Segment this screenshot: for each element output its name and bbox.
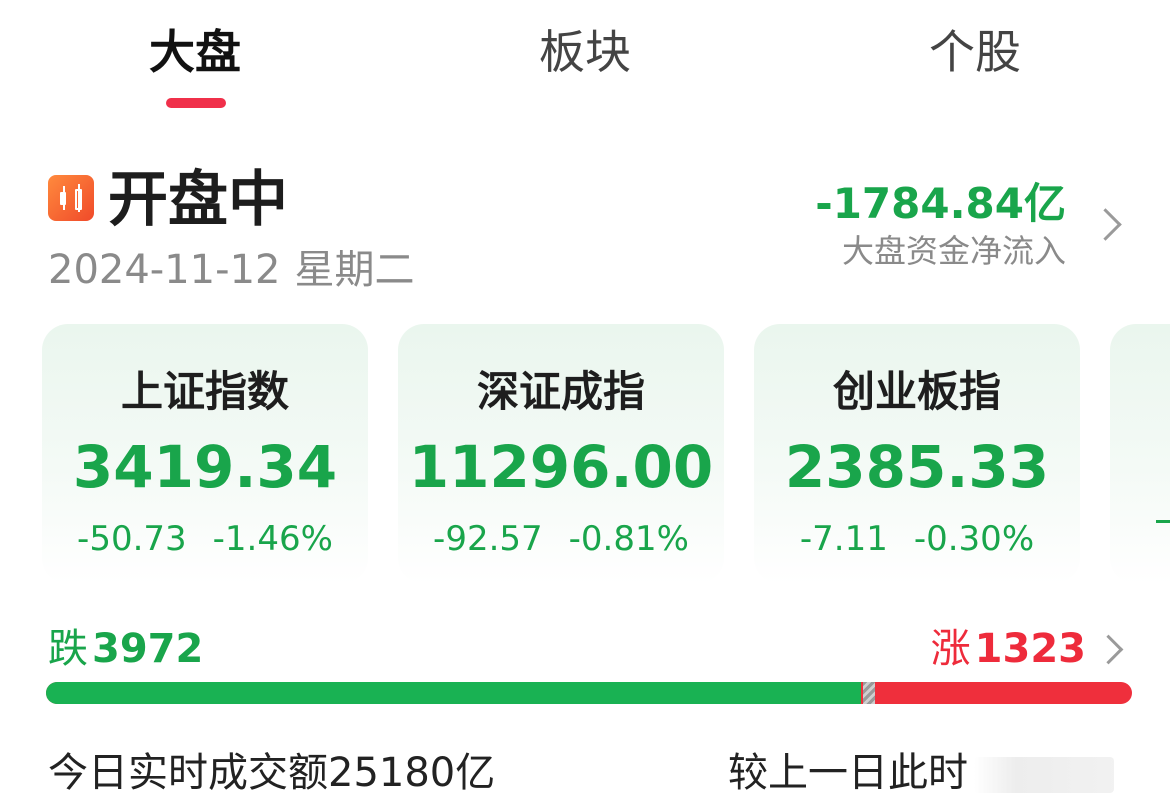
market-overview-screen: 大盘 板块 个股 开盘中 2024-11-12 星期二 -1784.84亿 大盘资… [0, 0, 1170, 801]
compare-label: 较上一日此时 [728, 750, 968, 796]
chevron-right-icon[interactable] [1089, 208, 1122, 241]
fund-flow-label: 大盘资金净流入 [841, 232, 1066, 270]
partial-card-change-dash [1156, 520, 1170, 523]
index-card-shenzhen[interactable]: 深证成指 11296.00 -92.57 -0.81% [398, 324, 724, 584]
turnover-compare: 较上一日此时 [728, 748, 1114, 798]
chevron-right-icon[interactable] [1093, 634, 1124, 665]
flat-segment [862, 682, 875, 704]
index-card-partial[interactable] [1110, 324, 1170, 584]
index-change-pct: -0.30% [913, 519, 1035, 559]
index-change: -7.11 [799, 519, 888, 559]
index-name: 创业板指 [832, 367, 1001, 416]
index-price: 2385.33 [784, 433, 1050, 501]
index-change-pct: -0.81% [568, 519, 689, 559]
date-line: 2024-11-12 星期二 [48, 246, 414, 294]
tab-sectors[interactable]: 板块 [530, 24, 640, 80]
index-change: -92.57 [433, 519, 543, 559]
candlestick-icon [48, 175, 94, 221]
index-card-shanghai[interactable]: 上证指数 3419.34 -50.73 -1.46% [42, 324, 368, 584]
index-change-row: -7.11 -0.30% [754, 518, 1080, 560]
turnover-label: 今日实时成交额 [48, 750, 328, 796]
decliners-number: 3972 [92, 626, 204, 672]
fund-flow-value: -1784.84亿 [815, 179, 1066, 228]
index-name: 上证指数 [120, 367, 289, 416]
fund-flow-summary[interactable]: -1784.84亿 大盘资金净流入 [815, 178, 1066, 272]
turnover-line: 今日实时成交额25180亿 [48, 748, 495, 798]
tab-stocks[interactable]: 个股 [920, 24, 1030, 80]
decliners-label: 跌 [48, 626, 88, 672]
index-name: 深证成指 [476, 367, 645, 416]
weekday: 星期二 [294, 247, 415, 293]
index-card-chinext[interactable]: 创业板指 2385.33 -7.11 -0.30% [754, 324, 1080, 584]
tab-market[interactable]: 大盘 [140, 24, 250, 80]
obscured-value [974, 757, 1114, 793]
index-change-row: -92.57 -0.81% [398, 518, 724, 560]
index-change-pct: -1.46% [212, 519, 333, 559]
index-change-row: -50.73 -1.46% [42, 518, 368, 560]
index-price: 11296.00 [408, 433, 714, 501]
index-change: -50.73 [77, 519, 187, 559]
decliners-count: 跌 3972 [48, 624, 203, 674]
market-status: 开盘中 [108, 165, 288, 235]
advance-decline-bar [46, 682, 1132, 704]
advancers-number: 1323 [974, 626, 1086, 672]
tab-bar: 大盘 板块 个股 [0, 14, 1170, 114]
advancers-count[interactable]: 涨 1323 [931, 624, 1086, 674]
advancers-label: 涨 [930, 626, 971, 672]
decline-segment [46, 682, 861, 704]
turnover-value: 25180亿 [328, 750, 496, 796]
index-price: 3419.34 [72, 433, 338, 501]
active-tab-indicator [166, 98, 226, 108]
trading-date: 2024-11-12 [48, 247, 281, 293]
